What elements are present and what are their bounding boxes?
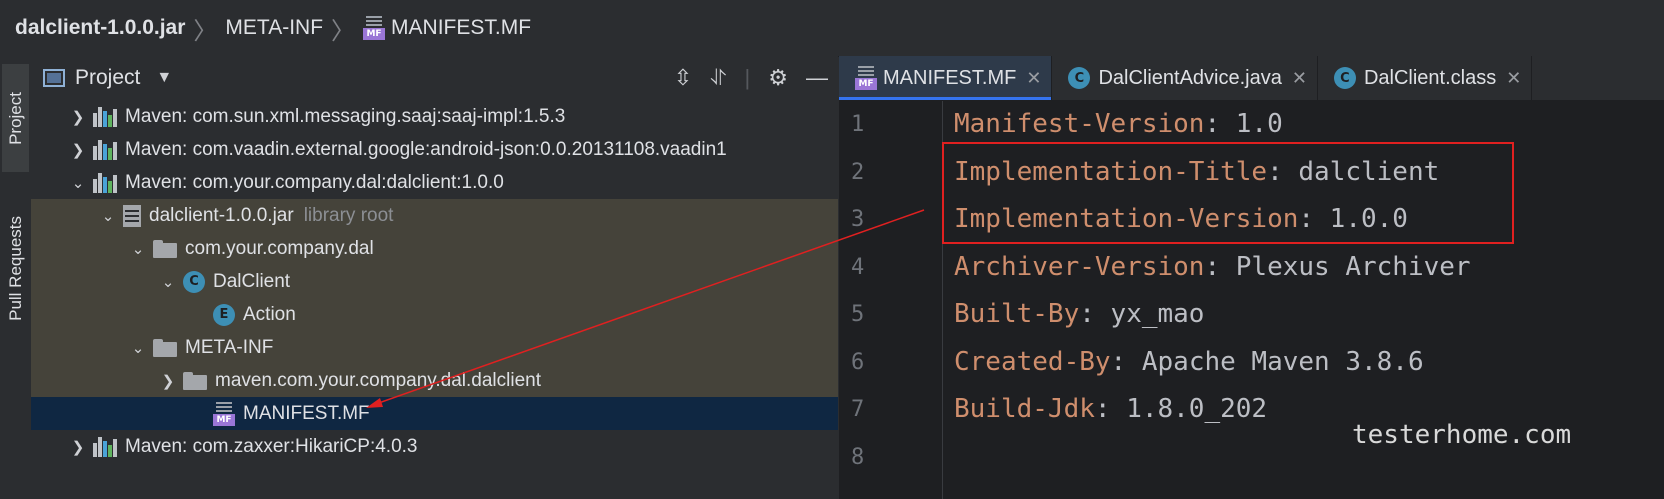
annotation-arrow-line [375,209,925,405]
annotation-arrow-head [366,398,383,408]
watermark: testerhome.com [1352,420,1572,450]
